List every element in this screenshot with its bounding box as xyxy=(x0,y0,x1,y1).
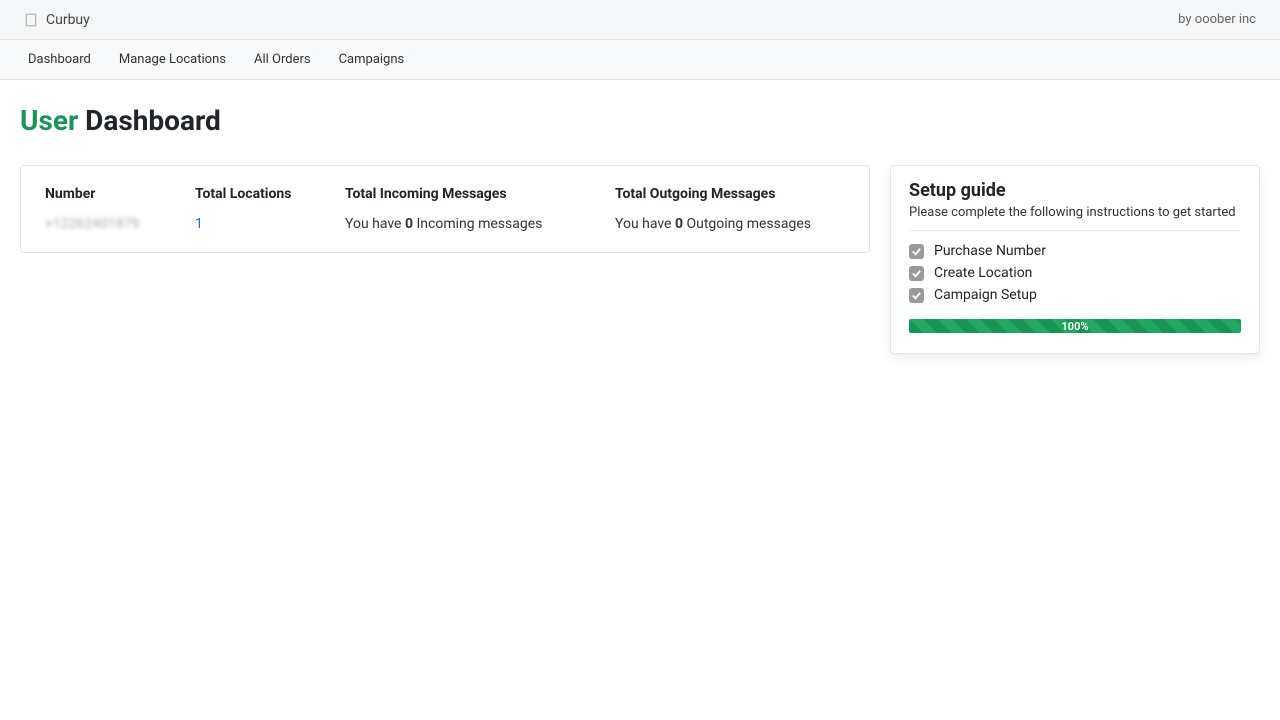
navbar: Dashboard Manage Locations All Orders Ca… xyxy=(0,40,1280,80)
stat-number-value: +12262401879 xyxy=(45,216,155,232)
page-title-accent: User xyxy=(20,104,78,137)
setup-guide-card: Setup guide Please complete the followin… xyxy=(890,165,1260,354)
stat-outgoing-suffix: Outgoing messages xyxy=(683,216,811,232)
setup-item-campaign-setup[interactable]: Campaign Setup xyxy=(909,287,1241,303)
stat-number: Number +12262401879 xyxy=(45,186,155,232)
stat-locations: Total Locations 1 xyxy=(195,186,305,232)
stat-incoming-count: 0 xyxy=(405,216,413,232)
stat-locations-label: Total Locations xyxy=(195,186,305,202)
nav-all-orders[interactable]: All Orders xyxy=(254,52,311,67)
stat-number-label: Number xyxy=(45,186,155,202)
stat-incoming-value: You have 0 Incoming messages xyxy=(345,216,575,232)
page-title: User Dashboard xyxy=(20,104,1260,137)
nav-dashboard[interactable]: Dashboard xyxy=(28,52,91,67)
setup-item-label: Create Location xyxy=(934,265,1032,281)
brand-name: Curbuy xyxy=(46,12,90,28)
topbar: Curbuy by ooober inc xyxy=(0,0,1280,40)
setup-item-label: Purchase Number xyxy=(934,243,1046,259)
content: User Dashboard Number +12262401879 Total… xyxy=(0,80,1280,378)
byline: by ooober inc xyxy=(1178,12,1256,27)
setup-item-label: Campaign Setup xyxy=(934,287,1037,303)
stats-grid: Number +12262401879 Total Locations 1 To… xyxy=(45,186,845,232)
stat-outgoing-prefix: You have xyxy=(615,216,675,232)
setup-title: Setup guide xyxy=(909,180,1241,201)
stat-incoming-label: Total Incoming Messages xyxy=(345,186,575,202)
stat-incoming-suffix: Incoming messages xyxy=(413,216,542,232)
stat-locations-value[interactable]: 1 xyxy=(195,216,305,232)
setup-progress-label: 100% xyxy=(1062,320,1089,333)
stats-card: Number +12262401879 Total Locations 1 To… xyxy=(20,165,870,253)
stat-outgoing-count: 0 xyxy=(675,216,683,232)
nav-manage-locations[interactable]: Manage Locations xyxy=(119,52,226,67)
nav-campaigns[interactable]: Campaigns xyxy=(339,52,405,67)
check-icon xyxy=(909,244,924,259)
setup-item-create-location[interactable]: Create Location xyxy=(909,265,1241,281)
stat-incoming-prefix: You have xyxy=(345,216,405,232)
brand[interactable]: Curbuy xyxy=(24,12,90,28)
stat-incoming: Total Incoming Messages You have 0 Incom… xyxy=(345,186,575,232)
stat-outgoing: Total Outgoing Messages You have 0 Outgo… xyxy=(615,186,845,232)
setup-progress-bar: 100% xyxy=(909,319,1241,333)
page-title-rest: Dashboard xyxy=(78,104,221,137)
stat-outgoing-label: Total Outgoing Messages xyxy=(615,186,845,202)
setup-subtitle: Please complete the following instructio… xyxy=(909,205,1241,231)
setup-item-purchase-number[interactable]: Purchase Number xyxy=(909,243,1241,259)
stat-outgoing-value: You have 0 Outgoing messages xyxy=(615,216,845,232)
check-icon xyxy=(909,288,924,303)
check-icon xyxy=(909,266,924,281)
setup-list: Purchase Number Create Location Campaign… xyxy=(909,243,1241,303)
building-icon xyxy=(24,13,38,27)
dashboard-row: Number +12262401879 Total Locations 1 To… xyxy=(20,165,1260,354)
